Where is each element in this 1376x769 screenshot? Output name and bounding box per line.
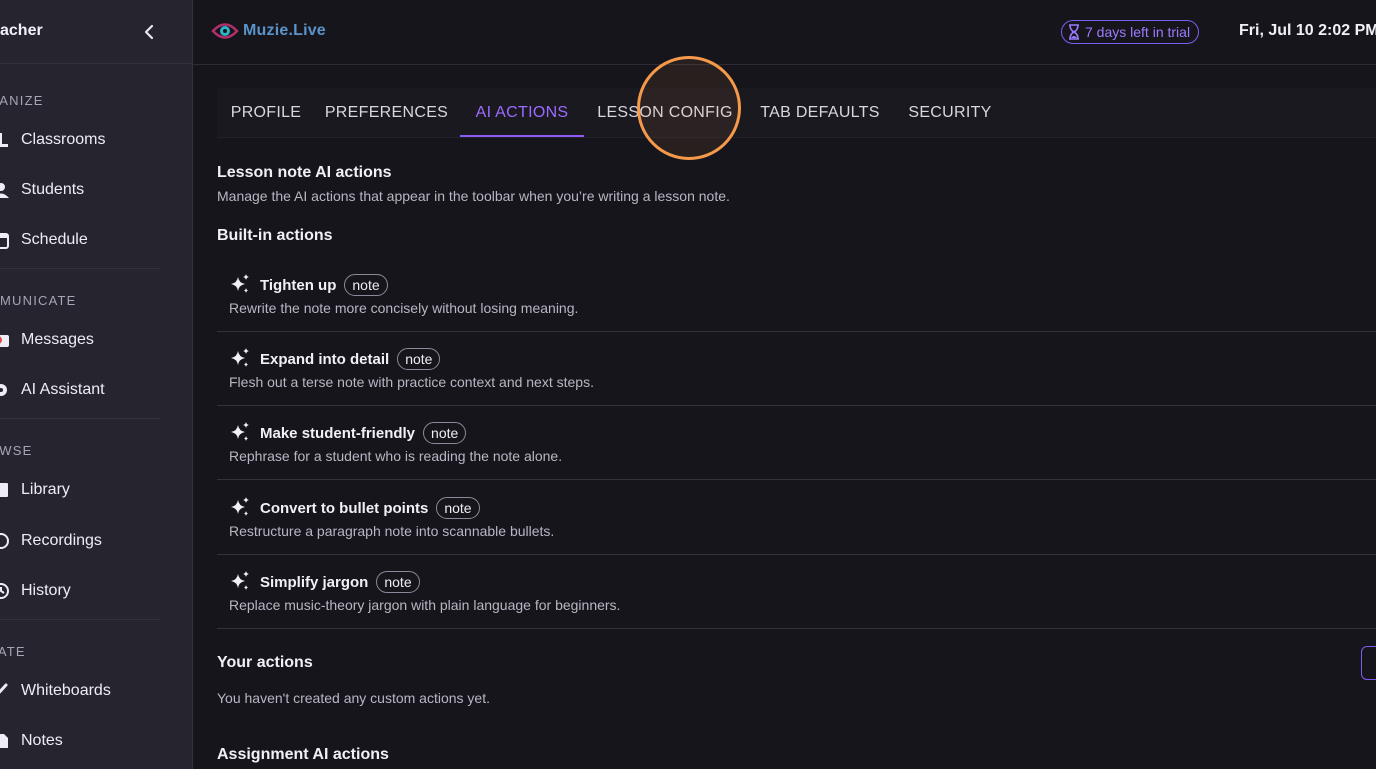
sidebar-item-label: Recordings <box>21 532 102 549</box>
lesson-actions-heading: Lesson note AI actions <box>217 164 392 181</box>
action-title: Expand into detail <box>260 350 390 368</box>
sidebar-divider <box>0 268 160 269</box>
action-title: Make student-friendly <box>260 424 416 442</box>
tab-ai-actions[interactable]: AI ACTIONS <box>460 88 584 138</box>
sparkles-icon <box>231 348 249 367</box>
builtin-action-row[interactable]: Expand into detail note Flesh out a ters… <box>217 331 1376 406</box>
chevron-left-icon <box>144 24 154 40</box>
your-actions-heading: Your actions <box>217 654 313 671</box>
tab-tab-defaults[interactable]: TAB DEFAULTS <box>746 88 894 138</box>
action-description: Restructure a paragraph note into scanna… <box>229 523 555 539</box>
action-name: Simplify jargon note <box>260 571 420 593</box>
app-logo[interactable]: Muzie.Live <box>211 20 326 42</box>
sidebar-header: acher <box>0 0 192 64</box>
hourglass-icon <box>1069 24 1079 40</box>
tab-profile[interactable]: PROFILE <box>217 88 315 138</box>
classroom-icon <box>0 131 10 149</box>
sidebar-item-recordings[interactable]: Recordings <box>0 523 180 559</box>
tab-preferences[interactable]: PREFERENCES <box>315 88 458 138</box>
sidebar-item-notes[interactable]: Notes <box>0 723 180 759</box>
action-name: Expand into detail note <box>260 348 441 370</box>
click-indicator <box>637 56 741 160</box>
settings-tabs: PROFILE PREFERENCES AI ACTIONS LESSON CO… <box>217 88 1376 138</box>
sidebar-item-label: History <box>21 582 71 599</box>
action-title: Convert to bullet points <box>260 499 429 517</box>
library-icon <box>0 481 10 499</box>
builtin-actions-heading: Built-in actions <box>217 227 333 244</box>
sidebar-item-label: Library <box>21 481 70 498</box>
top-bar: Muzie.Live 7 days left in trial Fri, Jul… <box>193 0 1376 65</box>
students-icon <box>0 181 10 199</box>
section-label-communicate: MMUNICATE <box>0 293 77 308</box>
action-name: Make student-friendly note <box>260 422 467 444</box>
eye-logo-icon <box>211 23 239 39</box>
trial-text: 7 days left in trial <box>1085 24 1191 40</box>
your-actions-empty-state: You haven't created any custom actions y… <box>217 690 490 706</box>
builtin-action-row[interactable]: Convert to bullet points note Restructur… <box>217 480 1376 555</box>
sidebar-item-label: Schedule <box>21 231 88 248</box>
action-description: Rewrite the note more concisely without … <box>229 300 579 316</box>
section-label-create: EATE <box>0 644 26 659</box>
action-tag: note <box>344 274 388 296</box>
action-tag: note <box>436 497 480 519</box>
sidebar-item-label: AI Assistant <box>21 381 105 398</box>
action-name: Tighten up note <box>260 274 388 296</box>
current-datetime: Fri, Jul 10 2:02 PM <box>1239 22 1376 39</box>
section-label-browse: OWSE <box>0 443 33 458</box>
sidebar-item-library[interactable]: Library <box>0 472 180 508</box>
action-tag: note <box>376 571 420 593</box>
collapse-sidebar-button[interactable] <box>136 18 162 46</box>
action-title: Tighten up <box>260 276 337 294</box>
sidebar-item-label: Students <box>21 181 85 198</box>
sidebar-item-messages[interactable]: Messages <box>0 322 180 358</box>
section-label-organize: GANIZE <box>0 93 44 108</box>
sidebar-item-whiteboards[interactable]: Whiteboards <box>0 673 180 709</box>
sparkles-icon <box>231 497 249 516</box>
action-description: Replace music-theory jargon with plain l… <box>229 597 621 613</box>
sidebar-item-students[interactable]: Students <box>0 172 180 208</box>
action-tag: note <box>423 422 467 444</box>
sidebar-item-label: Notes <box>21 732 63 749</box>
action-name: Convert to bullet points note <box>260 497 480 519</box>
calendar-icon <box>0 231 10 249</box>
sidebar-item-ai-assistant[interactable]: AI Assistant <box>0 372 180 408</box>
sidebar: acher GANIZE Classrooms Students Schedul… <box>0 0 193 769</box>
add-action-button[interactable] <box>1361 646 1376 680</box>
sidebar-divider <box>0 619 160 620</box>
sidebar-title: acher <box>0 22 43 39</box>
logo-text: Muzie.Live <box>243 22 326 39</box>
sparkles-icon <box>231 274 249 293</box>
history-icon <box>0 582 10 600</box>
action-tag: note <box>397 348 441 370</box>
trial-badge[interactable]: 7 days left in trial <box>1061 20 1200 44</box>
action-title: Simplify jargon <box>260 573 369 591</box>
builtin-action-row[interactable]: Make student-friendly note Rephrase for … <box>217 405 1376 480</box>
ai-assistant-icon <box>0 381 10 399</box>
builtin-action-row[interactable]: Simplify jargon note Replace music-theor… <box>217 554 1376 629</box>
sidebar-item-classrooms[interactable]: Classrooms <box>0 122 180 158</box>
sparkles-icon <box>231 571 249 590</box>
sidebar-item-schedule[interactable]: Schedule <box>0 222 180 258</box>
notes-icon <box>0 732 10 750</box>
sidebar-item-label: Messages <box>21 331 94 348</box>
sidebar-divider <box>0 418 160 419</box>
sidebar-item-history[interactable]: History <box>0 573 180 609</box>
sidebar-item-label: Whiteboards <box>21 682 111 699</box>
recordings-icon <box>0 532 10 550</box>
action-description: Flesh out a terse note with practice con… <box>229 374 594 390</box>
sparkles-icon <box>231 422 249 441</box>
messages-icon <box>0 331 10 349</box>
action-description: Rephrase for a student who is reading th… <box>229 448 563 464</box>
sidebar-item-label: Classrooms <box>21 131 106 148</box>
lesson-actions-description: Manage the AI actions that appear in the… <box>217 188 730 204</box>
tab-security[interactable]: SECURITY <box>896 88 1004 138</box>
builtin-action-row[interactable]: Tighten up note Rewrite the note more co… <box>217 257 1376 332</box>
assignment-actions-heading: Assignment AI actions <box>217 746 389 763</box>
whiteboard-icon <box>0 682 10 700</box>
